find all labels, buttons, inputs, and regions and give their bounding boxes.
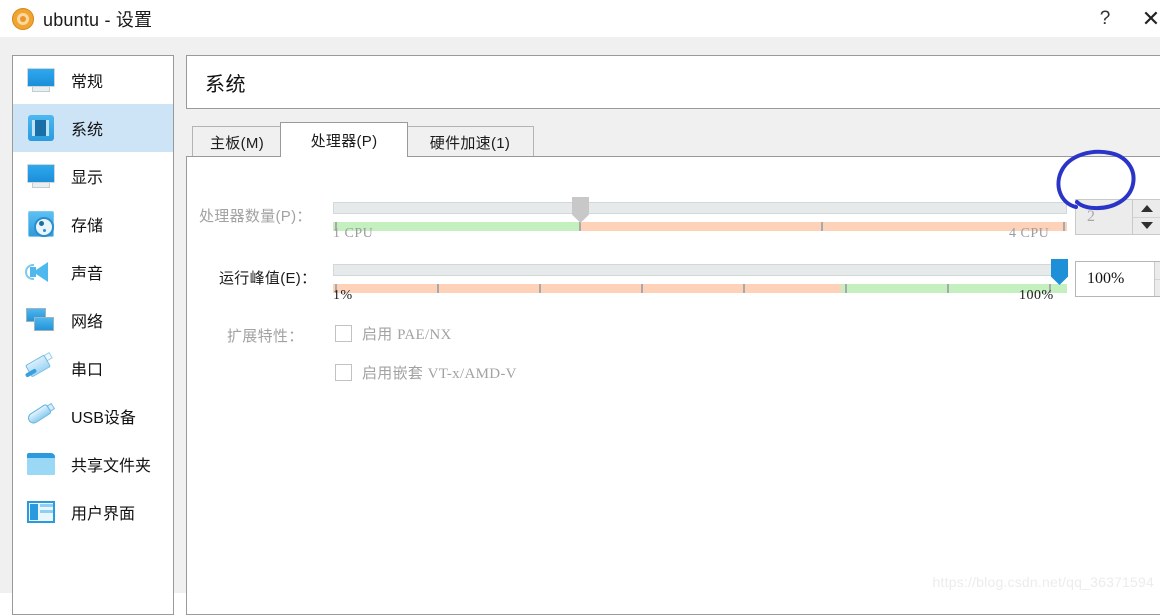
cpu-count-slider[interactable]: [333, 197, 1067, 238]
window-title: ubuntu - 设置: [43, 9, 153, 30]
sidebar-item-system[interactable]: 系统: [13, 104, 173, 152]
cpu-count-decrement-button[interactable]: [1133, 216, 1160, 234]
execution-cap-slider-groove: [333, 264, 1067, 276]
sidebar-item-label: 共享文件夹: [71, 458, 152, 475]
usb-icon: [24, 401, 58, 431]
sidebar-item-label: 串口: [71, 362, 104, 379]
execution-cap-slider-track: [333, 284, 1067, 293]
execution-cap-decrement-button[interactable]: [1155, 278, 1160, 296]
cpu-count-slider-groove: [333, 202, 1067, 214]
enable-nested-vtx-checkbox-row[interactable]: 启用嵌套 VT-x/AMD-V: [335, 362, 517, 383]
sidebar-item-label: 存储: [71, 218, 104, 235]
page-header: 系统: [186, 55, 1160, 109]
window-controls: ? ✕: [1082, 0, 1160, 37]
sidebar-item-label: 常规: [71, 74, 104, 91]
page-title: 系统: [205, 73, 246, 96]
sidebar-item-display[interactable]: 显示: [13, 152, 173, 200]
enable-pae-nx-checkbox-row[interactable]: 启用 PAE/NX: [335, 323, 452, 344]
sidebar-item-serial-ports[interactable]: 串口: [13, 344, 173, 392]
sidebar-item-label: 网络: [71, 314, 104, 331]
execution-cap-label: 运行峰值(E)：: [219, 270, 317, 287]
execution-cap-increment-button[interactable]: [1155, 262, 1160, 279]
cpu-count-value: 2: [1087, 208, 1095, 225]
sidebar-item-audio[interactable]: 声音: [13, 248, 173, 296]
enable-nested-vtx-checkbox[interactable]: [335, 364, 352, 381]
sidebar-item-user-interface[interactable]: 用户界面: [13, 488, 173, 536]
network-cards-icon: [24, 305, 58, 335]
sidebar-item-storage[interactable]: 存储: [13, 200, 173, 248]
window-body: 常规 系统 显示 存储 声音 网络 串口 USB设备 共享文件夹 用户界面 系统…: [0, 37, 1160, 615]
sidebar-item-label: 用户界面: [71, 506, 136, 523]
execution-cap-slider[interactable]: [333, 259, 1068, 300]
cpu-count-spin-arrows: [1132, 200, 1160, 234]
cpu-count-min-label: 1 CPU: [333, 226, 374, 241]
execution-cap-spinbox[interactable]: 100%: [1075, 261, 1160, 297]
cpu-count-increment-button[interactable]: [1133, 200, 1160, 217]
sidebar-item-network[interactable]: 网络: [13, 296, 173, 344]
sidebar-item-label: 声音: [71, 266, 104, 283]
hard-disk-icon: [24, 209, 58, 239]
folder-icon: [24, 449, 58, 479]
speaker-icon: [24, 257, 58, 287]
monitor-icon: [24, 161, 58, 191]
tab-bar: 主板(M) 处理器(P) 硬件加速(1): [186, 122, 1160, 157]
sidebar-item-general[interactable]: 常规: [13, 56, 173, 104]
tab-acceleration[interactable]: 硬件加速(1): [406, 126, 534, 157]
sidebar-item-label: 系统: [71, 122, 104, 139]
enable-pae-nx-label: 启用 PAE/NX: [362, 326, 452, 343]
window-layout-icon: [24, 497, 58, 527]
enable-pae-nx-checkbox[interactable]: [335, 325, 352, 342]
cpu-count-label: 处理器数量(P)：: [199, 208, 312, 225]
help-button[interactable]: ?: [1082, 0, 1128, 37]
enable-nested-vtx-label: 启用嵌套 VT-x/AMD-V: [362, 365, 517, 382]
sidebar-item-shared-folders[interactable]: 共享文件夹: [13, 440, 173, 488]
execution-cap-min-label: 1%: [333, 288, 353, 303]
extended-features-label: 扩展特性：: [227, 328, 304, 345]
close-button[interactable]: ✕: [1128, 0, 1160, 37]
cpu-count-slider-track: [333, 222, 1067, 231]
virtualbox-gear-icon: [12, 7, 34, 30]
cpu-chip-icon: [24, 113, 58, 143]
processor-tab-panel: 处理器数量(P)： 1 CPU 4 CPU 2 运行峰值(E)： 1% 100%…: [186, 156, 1160, 615]
cpu-count-spinbox[interactable]: 2: [1075, 199, 1160, 235]
sidebar-item-usb[interactable]: USB设备: [13, 392, 173, 440]
settings-category-sidebar: 常规 系统 显示 存储 声音 网络 串口 USB设备 共享文件夹 用户界面: [12, 55, 174, 615]
execution-cap-value: 100%: [1087, 270, 1125, 287]
execution-cap-spin-arrows: [1154, 262, 1160, 296]
sidebar-item-label: USB设备: [71, 410, 136, 427]
execution-cap-max-label: 100%: [1019, 288, 1054, 303]
watermark-text: https://blog.csdn.net/qq_36371594: [932, 574, 1154, 590]
monitor-icon: [24, 65, 58, 95]
sidebar-item-label: 显示: [71, 170, 104, 187]
window-titlebar: ubuntu - 设置 ? ✕: [0, 0, 1160, 37]
cpu-count-slider-handle[interactable]: [572, 197, 589, 223]
execution-cap-slider-handle[interactable]: [1051, 259, 1068, 285]
tab-processor[interactable]: 处理器(P): [280, 122, 408, 157]
cpu-count-max-label: 4 CPU: [1009, 226, 1050, 241]
tab-motherboard[interactable]: 主板(M): [192, 126, 282, 157]
serial-port-icon: [24, 351, 58, 383]
